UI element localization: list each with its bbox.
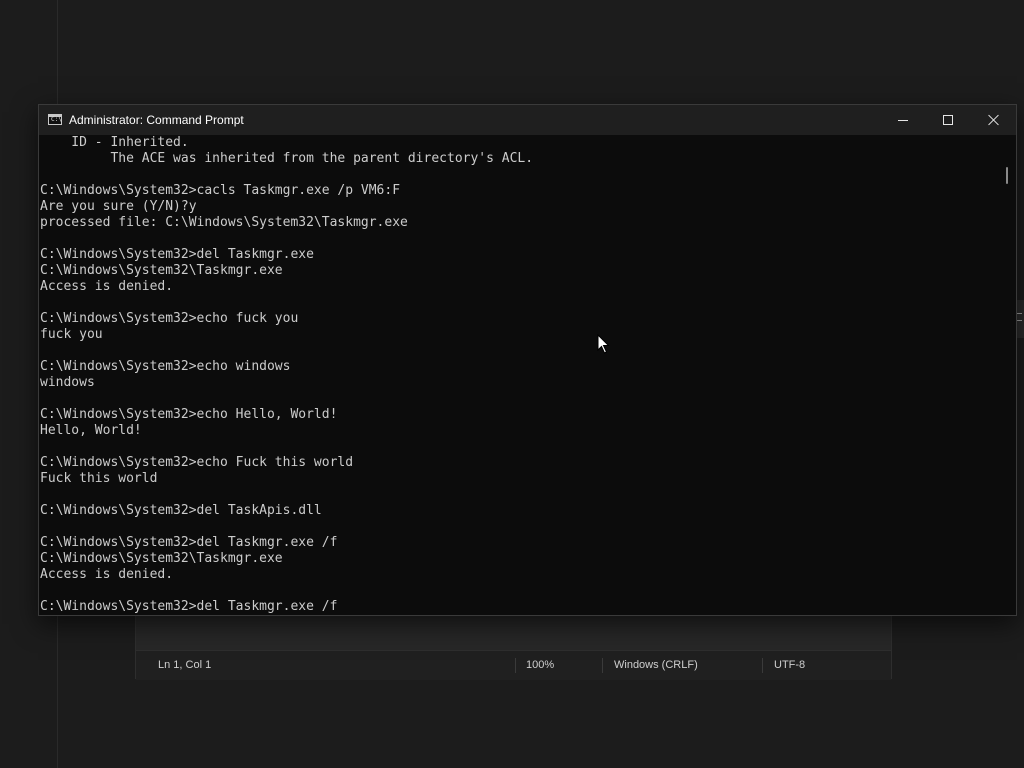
status-separator: [602, 658, 603, 673]
console-line: Are you sure (Y/N)?y: [40, 199, 197, 214]
minimize-button[interactable]: [880, 105, 926, 135]
status-separator: [762, 658, 763, 673]
console-line: C:\Windows\System32>del Taskmgr.exe /f: [40, 535, 338, 550]
desktop: Ln 1, Col 1 100% Windows (CRLF) UTF-8 C:…: [0, 0, 1024, 768]
command-prompt-window[interactable]: C:\ Administrator: Command Prompt ID - I…: [38, 104, 1017, 616]
console-line: Access is denied.: [40, 567, 174, 582]
window-title: Administrator: Command Prompt: [69, 113, 244, 127]
console-line: C:\Windows\System32>del Taskmgr.exe: [40, 247, 314, 262]
console-line: ID - Inherited.: [40, 135, 189, 150]
console-line: C:\Windows\System32>del TaskApis.dll: [40, 503, 322, 518]
status-line-col: Ln 1, Col 1: [158, 659, 212, 671]
console-line: The ACE was inherited from the parent di…: [40, 151, 534, 166]
close-icon: [988, 114, 1000, 126]
maximize-icon: [943, 115, 953, 125]
scrollbar-thumb[interactable]: [1006, 167, 1008, 184]
cmd-icon: C:\: [48, 114, 62, 125]
minimize-icon: [898, 120, 908, 121]
titlebar[interactable]: C:\ Administrator: Command Prompt: [39, 105, 1016, 135]
status-zoom[interactable]: 100%: [526, 651, 554, 680]
console-line: C:\Windows\System32>cacls Taskmgr.exe /p…: [40, 183, 401, 198]
console-line: C:\Windows\System32\Taskmgr.exe: [40, 551, 283, 566]
status-separator: [515, 658, 516, 673]
console-line: C:\Windows\System32>echo windows: [40, 359, 291, 374]
cmd-icon-glyph: C:\: [51, 116, 62, 123]
console-line: Access is denied.: [40, 279, 174, 294]
vertical-scrollbar[interactable]: [999, 135, 1016, 615]
mouse-cursor-icon: [597, 334, 610, 354]
console-line: C:\Windows\System32>echo Fuck this world: [40, 455, 354, 470]
close-button[interactable]: [971, 105, 1017, 135]
status-encoding[interactable]: UTF-8: [774, 651, 805, 680]
console-line: Fuck this world: [40, 471, 158, 486]
console-line: Hello, World!: [40, 423, 142, 438]
maximize-button[interactable]: [925, 105, 971, 135]
status-line-ending[interactable]: Windows (CRLF): [614, 651, 698, 680]
console-line: C:\Windows\System32>echo fuck you: [40, 311, 299, 326]
notepad-editor-area[interactable]: [136, 613, 891, 650]
console-line: fuck you: [40, 327, 103, 342]
notepad-statusbar: Ln 1, Col 1 100% Windows (CRLF) UTF-8: [136, 650, 891, 680]
console-line: C:\Windows\System32>echo Hello, World!: [40, 407, 338, 422]
console-output[interactable]: ID - Inherited. The ACE was inherited fr…: [39, 135, 999, 615]
console-line: processed file: C:\Windows\System32\Task…: [40, 215, 408, 230]
console-line: C:\Windows\System32>del Taskmgr.exe /f: [40, 599, 338, 614]
console-line: windows: [40, 375, 95, 390]
console-line: C:\Windows\System32\Taskmgr.exe: [40, 263, 283, 278]
notepad-window[interactable]: Ln 1, Col 1 100% Windows (CRLF) UTF-8: [135, 612, 892, 680]
